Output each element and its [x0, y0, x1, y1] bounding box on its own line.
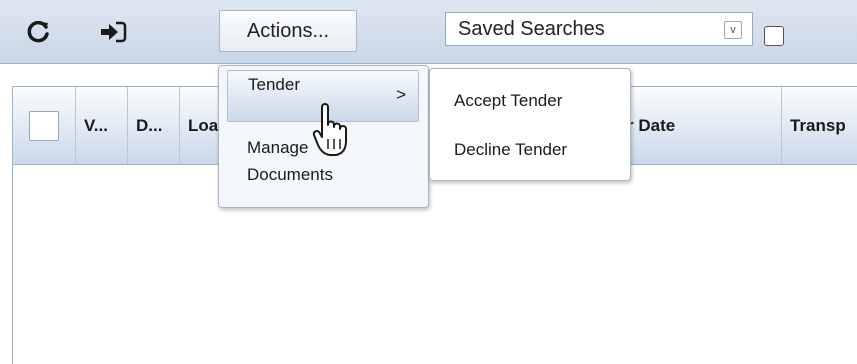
- saved-searches-value: Saved Searches: [458, 18, 605, 40]
- menu-item-label: Tender: [248, 75, 300, 94]
- menu-item-accept-tender[interactable]: Accept Tender: [454, 91, 562, 111]
- toolbar: Actions... Saved Searches v: [0, 0, 857, 64]
- select-all-cell: [13, 87, 76, 164]
- hand-cursor-icon: [312, 103, 352, 164]
- menu-item-decline-tender[interactable]: Decline Tender: [454, 140, 567, 160]
- refresh-icon[interactable]: [22, 16, 54, 48]
- sign-in-icon[interactable]: [97, 16, 129, 48]
- saved-searches-select[interactable]: Saved Searches v: [445, 12, 753, 46]
- column-header[interactable]: Transp: [782, 87, 857, 164]
- actions-button[interactable]: Actions...: [219, 10, 357, 52]
- column-header[interactable]: V...: [76, 87, 128, 164]
- submenu-arrow-icon: >: [396, 85, 406, 104]
- toolbar-checkbox[interactable]: [764, 26, 784, 46]
- select-all-checkbox[interactable]: [29, 110, 59, 141]
- tender-submenu: Accept Tender Decline Tender: [429, 68, 631, 181]
- column-header[interactable]: D...: [128, 87, 180, 164]
- chevron-down-icon: v: [724, 21, 742, 39]
